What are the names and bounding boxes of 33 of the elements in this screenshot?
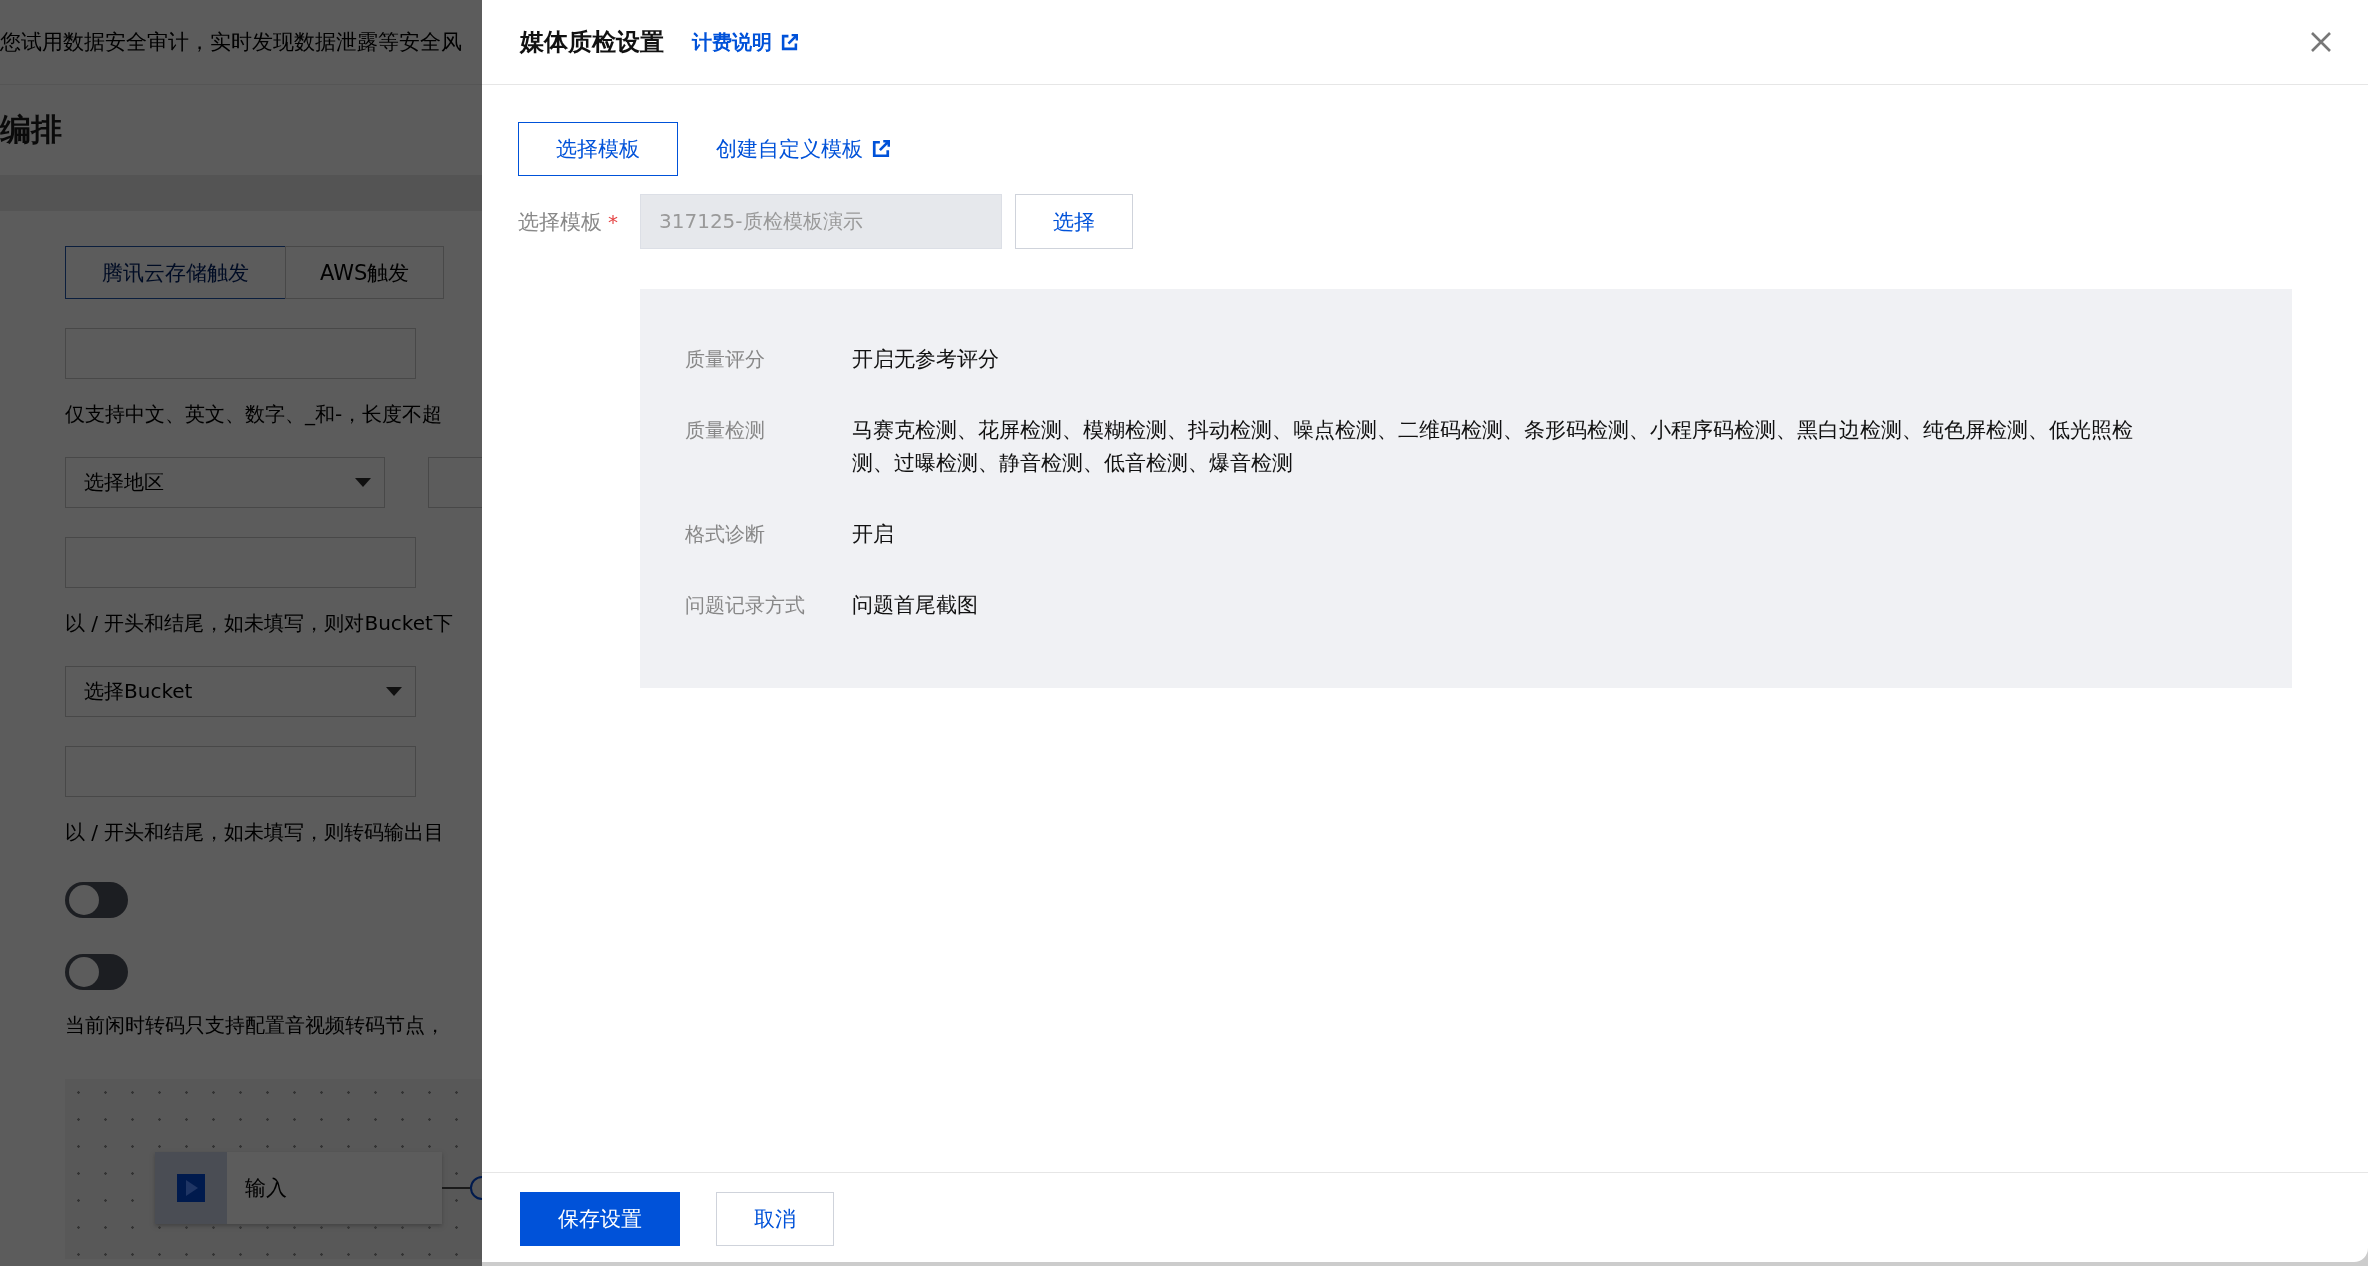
hint-text: 以 / 开头和结尾，如未填写，则对Bucket下 [65, 610, 454, 637]
detail-value: 问题首尾截图 [852, 592, 979, 619]
detail-label: 格式诊断 [685, 521, 766, 548]
detail-value: 马赛克检测、花屏检测、模糊检测、抖动检测、噪点检测、二维码检测、条形码检测、小程序码检测、黑白边检测、纯色屏检测、低光照检测、过曝检测、静音检测、低音检测、爆音检测 [852, 417, 2134, 477]
hint-text: 仅支持中文、英文、数字、_和-，长度不超 [65, 401, 444, 428]
external-link-icon [872, 140, 890, 158]
play-icon [177, 1174, 205, 1202]
cancel-button[interactable]: 取消 [716, 1192, 834, 1246]
field-label: 选择模板 [518, 208, 602, 236]
save-button[interactable]: 保存设置 [520, 1192, 680, 1246]
required-mark-icon: * [602, 209, 640, 234]
detail-label: 质量检测 [685, 417, 766, 444]
hint-text: 当前闲时转码只支持配置音视频转码节点， [65, 1012, 446, 1039]
node-label: 输入 [245, 1175, 287, 1202]
connector-line [442, 1176, 482, 1200]
template-button[interactable]: 选择模板 [518, 122, 678, 176]
detail-value: 开启无参考评分 [852, 346, 1000, 373]
drawer-title: 媒体质检设置 [520, 27, 664, 58]
select-button[interactable]: 选择 [1015, 194, 1133, 249]
banner-text: 您试用数据安全审计，实时发现数据泄露等安全风 [0, 29, 462, 56]
detail-label: 问题记录方式 [685, 592, 806, 619]
toggle-switch[interactable] [65, 954, 128, 990]
create-template-link[interactable]: 创建自定义模板 [716, 135, 890, 163]
external-link-icon [781, 33, 798, 51]
hint-text: 以 / 开头和结尾，如未填写，则转码输出目 [65, 819, 446, 846]
billing-link[interactable]: 计费说明 [692, 28, 798, 56]
close-icon[interactable] [2310, 31, 2332, 53]
detail-label: 质量评分 [685, 346, 766, 373]
page-title: 编排 [0, 110, 62, 149]
dropdown-icon [353, 477, 372, 488]
dropdown-icon [385, 686, 403, 697]
toggle-switch[interactable] [65, 882, 128, 918]
detail-value: 开启 [852, 521, 895, 548]
